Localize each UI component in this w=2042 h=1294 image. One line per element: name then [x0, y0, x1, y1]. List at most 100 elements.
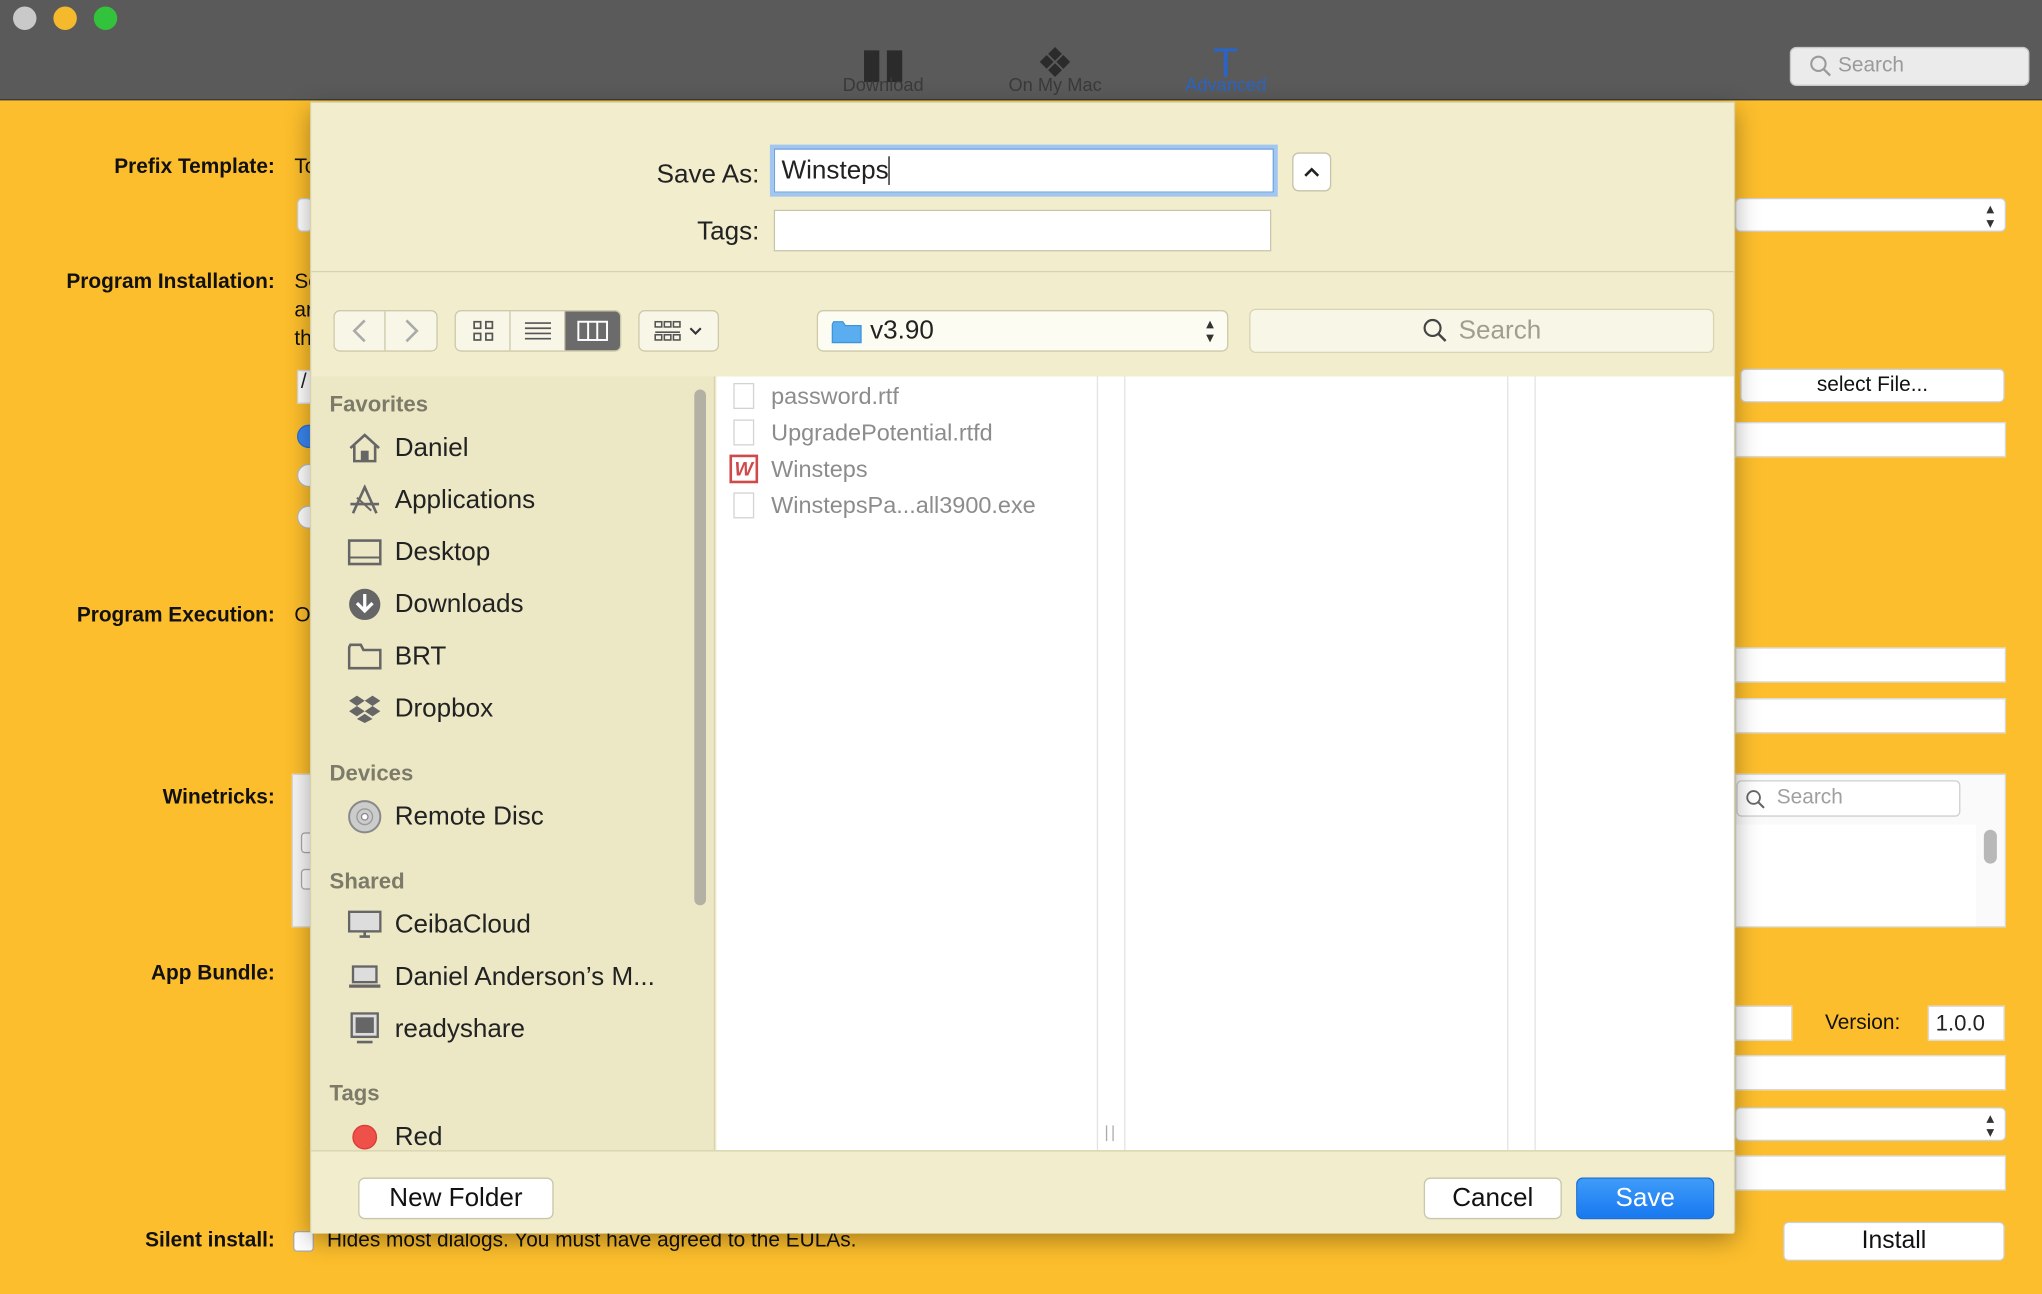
monitor-icon [347, 910, 382, 938]
text-cursor [888, 156, 891, 185]
arrange-menu-button[interactable] [638, 310, 720, 352]
column-resize-handle[interactable] [1105, 1125, 1114, 1142]
exe-document-icon [733, 492, 755, 519]
app-bundle-field-3[interactable] [1735, 1155, 2007, 1191]
tags-field[interactable] [773, 209, 1272, 252]
column-divider[interactable] [1096, 376, 1099, 1151]
sidebar-item-brt[interactable]: BRT [345, 637, 446, 676]
column-view-icon [577, 320, 608, 341]
file-item[interactable]: W Winsteps [729, 452, 868, 486]
search-icon [1746, 790, 1765, 809]
silent-install-checkbox[interactable] [293, 1230, 314, 1252]
toolbar-download[interactable]: ▮▮ Download [828, 39, 937, 95]
install-button[interactable]: Install [1783, 1221, 2005, 1261]
dialog-search-field[interactable]: Search [1249, 308, 1715, 354]
program-execution-field-2[interactable] [1735, 698, 2007, 734]
forward-button[interactable] [386, 311, 437, 350]
select-file-button[interactable]: select File... [1740, 368, 2005, 403]
sidebar-favorites-header: Favorites [329, 392, 429, 417]
toolbar-search-field[interactable]: Search [1789, 46, 2030, 86]
sidebar-item-applications[interactable]: Applications [345, 481, 535, 520]
toolbar-on-my-mac[interactable]: ❖ On My Mac [990, 39, 1120, 95]
save-as-field[interactable]: Winsteps [769, 144, 1278, 197]
back-forward-control [333, 310, 438, 352]
file-item[interactable]: WinstepsPa...all3900.exe [729, 488, 1036, 522]
save-as-label: Save As: [656, 160, 760, 189]
winetricks-label: Winetricks: [162, 786, 275, 809]
winetricks-search-placeholder: Search [1776, 786, 1843, 809]
chevron-down-icon [689, 327, 702, 335]
tags-label: Tags: [697, 217, 760, 247]
sidebar-item-remote-disc[interactable]: Remote Disc [345, 797, 544, 836]
icon-view-button[interactable] [456, 311, 511, 351]
sidebar-tags-header: Tags [329, 1081, 380, 1106]
version-field[interactable]: 1.0.0 [1927, 1005, 2005, 1041]
app-bundle-field-2[interactable] [1735, 1055, 2007, 1091]
sidebar-item-daniel[interactable]: Daniel [345, 429, 469, 468]
location-popup[interactable]: v3.90 ▴ ▾ [816, 310, 1229, 352]
list-view-icon [524, 322, 551, 340]
winetricks-scrollbar[interactable] [1983, 829, 1997, 864]
select-arrows-icon: ▴ ▾ [1986, 199, 1995, 232]
sidebar-item-ceibacloud[interactable]: CeibaCloud [345, 905, 531, 944]
file-item-name: Winsteps [771, 455, 868, 482]
winetricks-search-field[interactable]: Search [1736, 780, 1961, 817]
location-popup-label: v3.90 [870, 315, 934, 345]
program-installation-label: Program Installation: [66, 270, 275, 294]
file-item[interactable]: password.rtf [729, 379, 899, 413]
sidebar-devices-header: Devices [329, 760, 414, 786]
sidebar-item-label: BRT [394, 641, 447, 671]
desktop-icon [347, 539, 382, 566]
prefix-template-select[interactable]: ▴ ▾ [1735, 197, 2007, 232]
toolbar-search-placeholder: Search [1837, 54, 1905, 77]
close-window-button[interactable] [13, 6, 37, 30]
sidebar-item-label: CeibaCloud [394, 909, 531, 939]
chevron-up-icon [1304, 167, 1320, 177]
search-icon [1423, 318, 1447, 342]
home-icon [349, 433, 380, 463]
list-view-button[interactable] [511, 311, 566, 351]
file-item[interactable]: UpgradePotential.rtfd [729, 416, 993, 450]
sidebar-scrollbar[interactable] [694, 389, 707, 906]
version-label: Version: [1824, 1012, 1901, 1035]
program-execution-field-1[interactable] [1735, 647, 2007, 683]
app-bundle-select[interactable]: ▴ ▾ [1735, 1107, 2007, 1142]
minimize-window-button[interactable] [53, 6, 77, 30]
dialog-search-placeholder: Search [1458, 315, 1542, 345]
icon-view-icon [472, 320, 493, 341]
program-execution-text: O [294, 604, 311, 627]
sidebar-item-label: Downloads [394, 589, 524, 619]
sidebar-item-desktop[interactable]: Desktop [345, 533, 490, 572]
file-item-name: password.rtf [771, 382, 899, 409]
sidebar-item-downloads[interactable]: Downloads [345, 585, 524, 624]
save-dialog: Save As: Winsteps Tags: v3.90 ▴ ▾ Search… [310, 101, 1736, 1234]
back-button[interactable] [335, 311, 386, 351]
rtfd-document-icon [733, 419, 755, 446]
winetricks-list[interactable]: Search [1735, 773, 2007, 928]
sidebar-item-readyshare[interactable]: readyshare [345, 1010, 525, 1049]
sidebar-item-daniel-andersons-mac[interactable]: Daniel Anderson’s M... [345, 957, 655, 996]
sidebar-item-label: readyshare [394, 1014, 526, 1043]
silent-install-label: Silent install: [145, 1229, 275, 1252]
save-button[interactable]: Save [1576, 1177, 1715, 1220]
column-divider [1124, 376, 1126, 1151]
collapse-dialog-button[interactable] [1292, 152, 1332, 192]
app-bundle-name-field[interactable] [1735, 1005, 1793, 1041]
arrange-grid-icon [654, 320, 681, 341]
dropbox-icon [349, 695, 381, 723]
app-bundle-label: App Bundle: [150, 962, 275, 985]
column-view-button[interactable] [565, 311, 621, 351]
installer-arguments-field[interactable] [1735, 422, 2007, 458]
sidebar-item-tag-red[interactable]: Red [345, 1118, 442, 1150]
sidebar-item-label: Applications [394, 485, 536, 514]
file-item-name: WinstepsPa...all3900.exe [771, 491, 1036, 518]
sidebar-item-label: Desktop [394, 537, 491, 566]
sidebar-item-label: Dropbox [394, 693, 494, 723]
cancel-button[interactable]: Cancel [1423, 1177, 1562, 1220]
sidebar-item-dropbox[interactable]: Dropbox [345, 689, 493, 728]
zoom-window-button[interactable] [93, 6, 118, 30]
column-divider[interactable] [1507, 376, 1509, 1151]
sidebar-item-label: Daniel Anderson’s M... [394, 961, 655, 991]
new-folder-button[interactable]: New Folder [358, 1177, 554, 1220]
toolbar-advanced[interactable]: T Advanced [1170, 39, 1282, 95]
